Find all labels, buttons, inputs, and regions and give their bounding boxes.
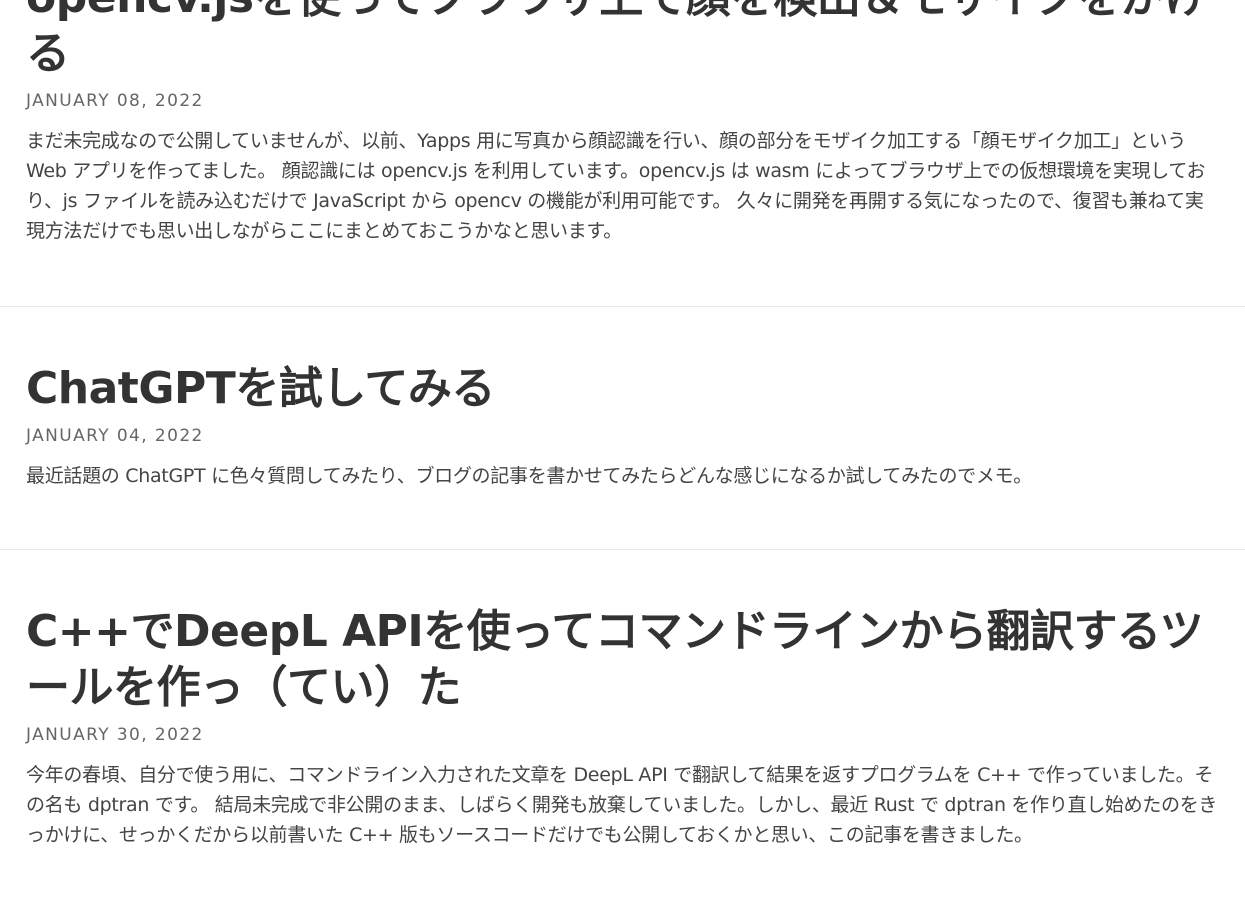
post-date: JANUARY 08, 2022 [26, 91, 204, 111]
post-card: opencv.jsを使ってブラウザ上で顔を検出＆モザイクをかける JANUARY… [0, 0, 1245, 306]
post-excerpt: まだ未完成なので公開していませんが、以前、Yapps 用に写真から顔認識を行い、… [26, 130, 1206, 242]
post-card: C++でDeepL APIを使ってコマンドラインから翻訳するツールを作っ（てい）… [0, 550, 1245, 890]
post-excerpt: 最近話題の ChatGPT に色々質問してみたり、ブログの記事を書かせてみたらど… [26, 465, 1032, 487]
post-date: JANUARY 30, 2022 [26, 725, 204, 745]
post-excerpt: 今年の春頃、自分で使う用に、コマンドライン入力された文章を DeepL API … [26, 764, 1218, 846]
post-card: ChatGPTを試してみる JANUARY 04, 2022 最近話題の Cha… [0, 307, 1245, 549]
post-feed: opencv.jsを使ってブラウザ上で顔を検出＆モザイクをかける JANUARY… [0, 0, 1245, 890]
post-date: JANUARY 04, 2022 [26, 426, 204, 446]
post-title-link[interactable]: ChatGPTを試してみる [26, 361, 1219, 417]
post-title-link[interactable]: opencv.jsを使ってブラウザ上で顔を検出＆モザイクをかける [26, 0, 1219, 82]
post-title-link[interactable]: C++でDeepL APIを使ってコマンドラインから翻訳するツールを作っ（てい）… [26, 604, 1219, 716]
